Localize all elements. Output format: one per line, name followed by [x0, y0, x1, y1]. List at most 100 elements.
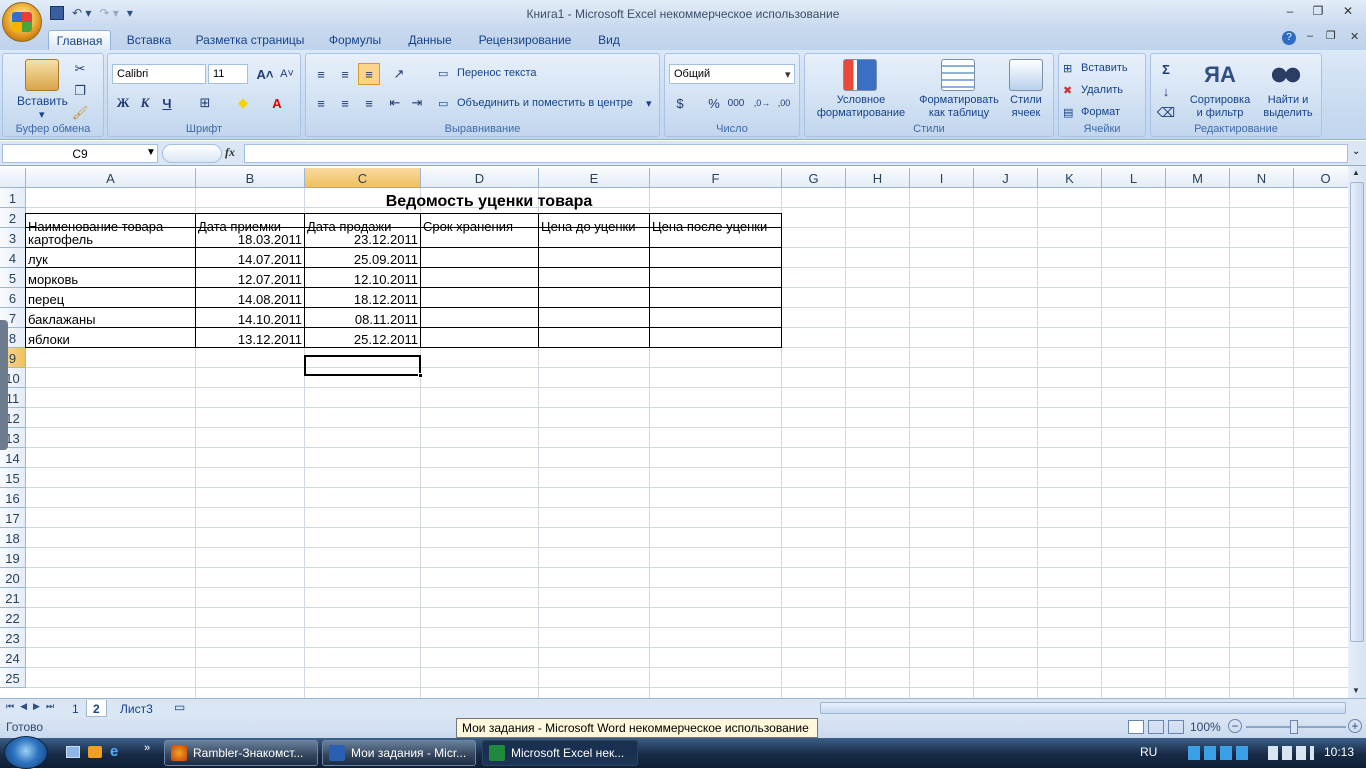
orientation-icon[interactable]: ↗ [388, 63, 410, 85]
row-header-6[interactable]: 6 [0, 288, 26, 308]
find-select-icon[interactable] [1269, 59, 1303, 91]
find-select-button[interactable]: Найти и выделить [1257, 94, 1319, 120]
paste-button[interactable]: Вставить [17, 94, 68, 108]
column-header-k[interactable]: K [1038, 168, 1102, 188]
shrink-font-icon[interactable]: A˅ [276, 63, 298, 85]
row-header-17[interactable]: 17 [0, 508, 26, 528]
scroll-up-icon[interactable]: ▲ [1352, 168, 1360, 177]
side-panel-handle[interactable] [0, 320, 8, 450]
formula-expand-icon[interactable]: ⌄ [1352, 146, 1360, 157]
header-cell-storage[interactable]: Срок хранения [421, 216, 538, 236]
tray-icons[interactable] [1188, 746, 1252, 760]
sheet-tab-1[interactable]: 1 [66, 700, 85, 717]
data-cell-received[interactable]: 13.12.2011 [196, 329, 304, 349]
column-header-o[interactable]: O [1294, 168, 1348, 188]
row-header-25[interactable]: 25 [0, 668, 26, 688]
taskbar-item-firefox[interactable]: Rambler-Знакомст... [164, 740, 318, 766]
data-cell-name[interactable]: баклажаны [26, 309, 195, 329]
row-header-5[interactable]: 5 [0, 268, 26, 288]
page-break-view-icon[interactable] [1168, 720, 1184, 734]
data-cell-sold[interactable]: 25.12.2011 [305, 329, 420, 349]
row-header-23[interactable]: 23 [0, 628, 26, 648]
sheet-tab-3[interactable]: Лист3 [114, 700, 159, 717]
restore-button[interactable]: ❐ [1307, 4, 1329, 20]
language-indicator[interactable]: RU [1140, 745, 1157, 759]
align-top-icon[interactable]: ≡ [310, 63, 332, 85]
format-as-table-button[interactable]: Форматировать как таблицу [915, 94, 1003, 120]
row-header-21[interactable]: 21 [0, 588, 26, 608]
insert-cells-button[interactable]: Вставить [1081, 62, 1128, 74]
increase-decimal-icon[interactable]: ,0→ [751, 92, 773, 114]
zoom-in-icon[interactable]: + [1348, 719, 1362, 733]
ribbon-minimize-icon[interactable]: – [1307, 30, 1313, 42]
align-middle-icon[interactable]: ≡ [334, 63, 356, 85]
fill-handle[interactable] [418, 373, 423, 378]
copy-icon[interactable]: ❐ [69, 80, 91, 102]
autosum-icon[interactable]: Σ [1155, 58, 1177, 80]
conditional-formatting-icon[interactable] [843, 59, 877, 91]
office-button[interactable] [2, 2, 42, 42]
grow-font-icon[interactable]: A˄ [254, 63, 276, 85]
header-cell-price-after[interactable]: Цена после уценки [650, 216, 782, 236]
data-cell-name[interactable]: перец [26, 289, 195, 309]
tab-home[interactable]: Главная [48, 30, 111, 50]
underline-button[interactable]: Ч [156, 92, 178, 114]
data-cell-sold[interactable]: 18.12.2011 [305, 289, 420, 309]
paste-icon[interactable] [25, 59, 59, 91]
column-header-a[interactable]: A [26, 168, 196, 188]
column-header-d[interactable]: D [421, 168, 539, 188]
data-cell-received[interactable]: 18.03.2011 [196, 229, 304, 249]
undo-icon[interactable]: ↶ ▾ [72, 6, 91, 20]
quick-launch-more-icon[interactable]: » [144, 742, 150, 754]
delete-cells-button[interactable]: Удалить [1081, 84, 1123, 96]
decrease-decimal-icon[interactable]: ,00 [773, 92, 795, 114]
active-cell-cursor[interactable] [304, 355, 421, 376]
font-name-select[interactable]: Calibri [112, 64, 206, 84]
media-player-icon[interactable] [88, 746, 102, 758]
tab-view[interactable]: Вид [590, 30, 628, 50]
redo-icon[interactable]: ↷ ▾ [99, 6, 118, 20]
vertical-scroll-thumb[interactable] [1350, 182, 1364, 642]
column-header-m[interactable]: M [1166, 168, 1230, 188]
row-header-1[interactable]: 1 [0, 188, 26, 208]
normal-view-icon[interactable] [1128, 720, 1144, 734]
sort-filter-button[interactable]: Сортировка и фильтр [1185, 94, 1255, 120]
row-header-19[interactable]: 19 [0, 548, 26, 568]
clock[interactable]: 10:13 [1324, 745, 1354, 759]
ie-icon[interactable]: e [110, 743, 118, 760]
data-cell-sold[interactable]: 08.11.2011 [305, 309, 420, 329]
minimize-button[interactable]: – [1279, 4, 1301, 20]
sheet-tab-2[interactable]: 2 [86, 700, 107, 717]
scroll-down-icon[interactable]: ▼ [1352, 686, 1360, 695]
tab-review[interactable]: Рецензирование [472, 30, 578, 50]
currency-icon[interactable]: $ [669, 92, 691, 114]
start-button[interactable] [4, 736, 48, 769]
sheet-nav-icons[interactable]: ⏮◀▶⏭ [6, 701, 60, 712]
row-header-4[interactable]: 4 [0, 248, 26, 268]
column-header-j[interactable]: J [974, 168, 1038, 188]
data-cell-sold[interactable]: 12.10.2011 [305, 269, 420, 289]
row-header-22[interactable]: 22 [0, 608, 26, 628]
data-cell-name[interactable]: морковь [26, 269, 195, 289]
horizontal-scroll-thumb[interactable] [820, 702, 1346, 714]
data-cell-sold[interactable]: 23.12.2011 [305, 229, 420, 249]
page-layout-view-icon[interactable] [1148, 720, 1164, 734]
row-header-14[interactable]: 14 [0, 448, 26, 468]
align-left-icon[interactable]: ≡ [310, 92, 332, 114]
decrease-indent-icon[interactable]: ⇤ [384, 92, 406, 114]
bold-button[interactable]: Ж [112, 92, 134, 114]
data-cell-name[interactable]: яблоки [26, 329, 195, 349]
clear-icon[interactable]: ⌫ [1155, 102, 1177, 124]
row-header-3[interactable]: 3 [0, 228, 26, 248]
conditional-formatting-button[interactable]: Условное форматирование [807, 94, 915, 120]
zoom-out-icon[interactable]: − [1228, 719, 1242, 733]
font-size-select[interactable]: 11 [208, 64, 248, 84]
percent-button[interactable]: % [703, 92, 725, 114]
column-header-h[interactable]: H [846, 168, 910, 188]
sheet-title[interactable]: Ведомость уценки товара [196, 192, 782, 214]
column-header-n[interactable]: N [1230, 168, 1294, 188]
align-bottom-icon[interactable]: ≡ [358, 63, 380, 85]
show-desktop-icon[interactable] [66, 746, 80, 758]
data-cell-name[interactable]: картофель [26, 229, 195, 249]
format-as-table-icon[interactable] [941, 59, 975, 91]
